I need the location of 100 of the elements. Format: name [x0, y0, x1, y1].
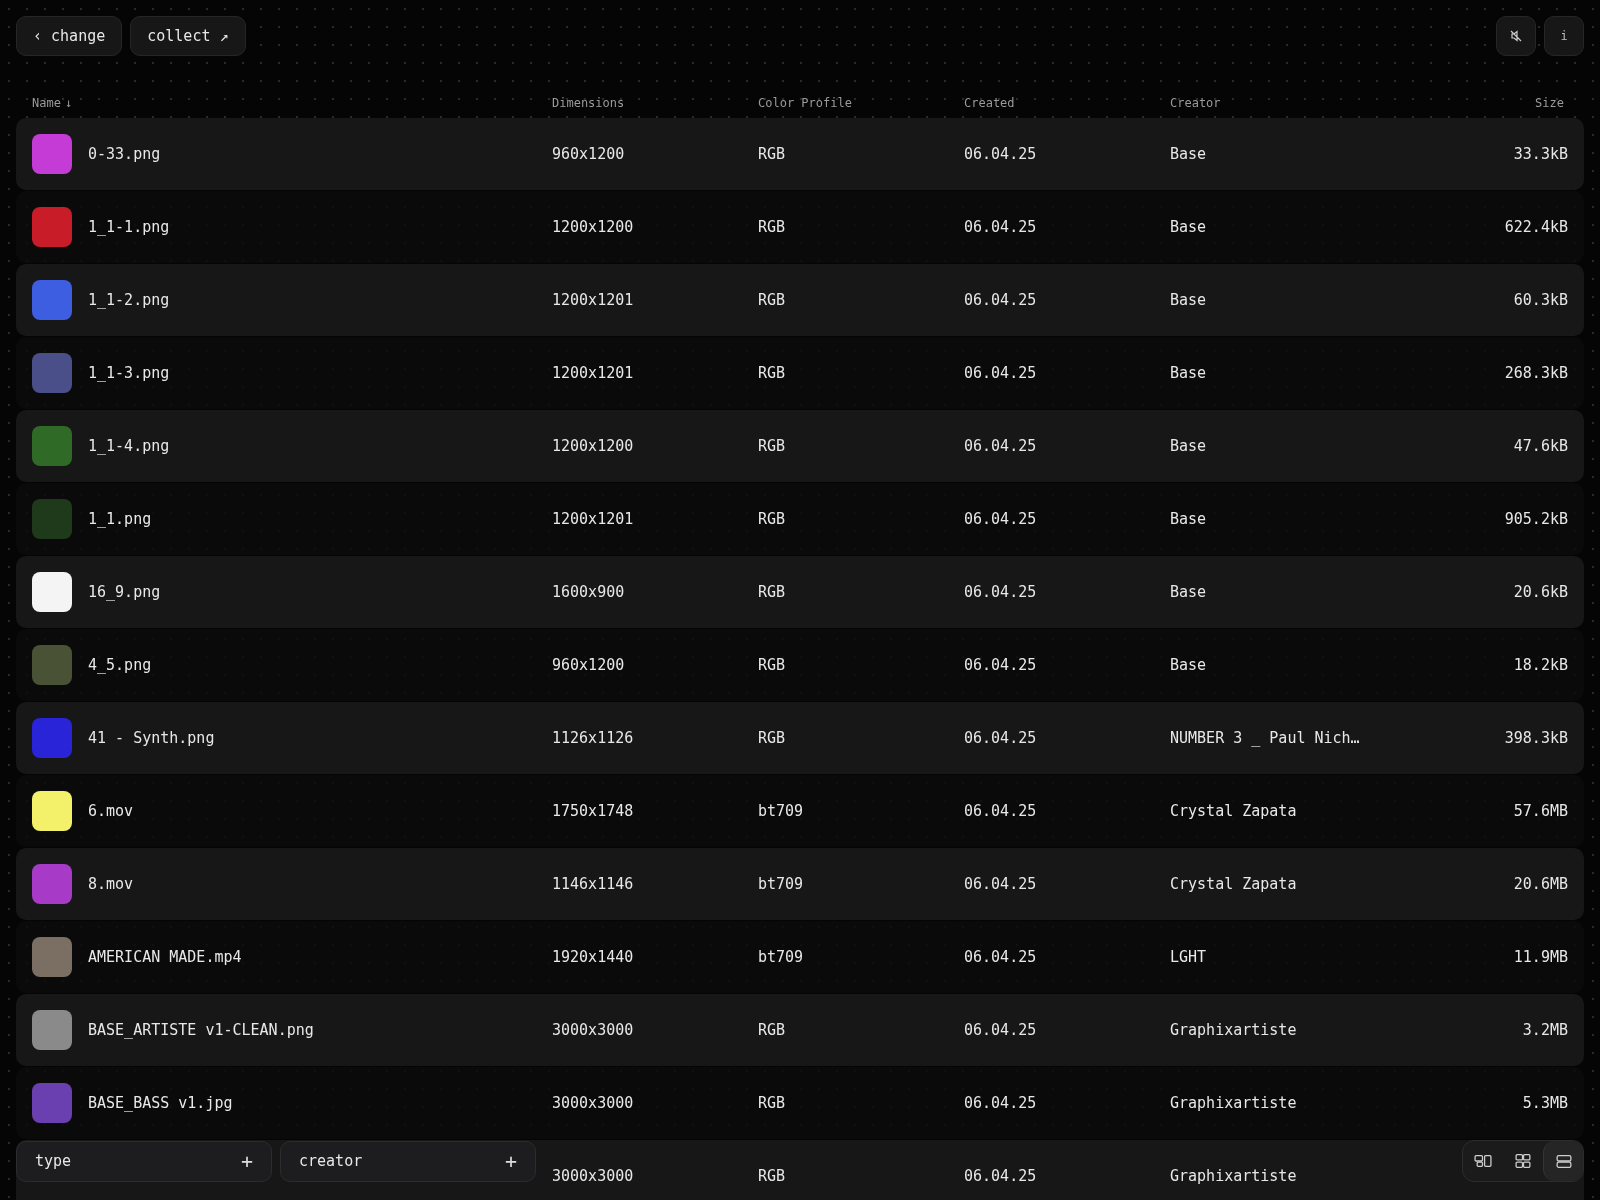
color-profile-cell-text: RGB: [758, 656, 787, 674]
size-cell: 20.6kB: [1513, 583, 1568, 601]
creator-cell-text: Crystal Zapata: [1170, 802, 1298, 820]
creator-cell-text: Base: [1170, 583, 1208, 601]
file-row[interactable]: 41 - Synth.png 1126x1126 RGB 06.04.25 NUMBER 3 _ Paul Nich… 398.3kB: [16, 702, 1584, 774]
creator-cell-text: Base: [1170, 291, 1208, 309]
file-name: 41 - Synth.png: [88, 729, 215, 747]
color-profile-cell-text: RGB: [758, 583, 787, 601]
file-row[interactable]: BASE_ARTISTE v1-CLEAN.png 3000x3000 RGB 06.04.25 Graphixartiste 3.2MB: [16, 994, 1584, 1066]
file-row[interactable]: 1_1-1.png 1200x1200 RGB 06.04.25 Base 622.4kB: [16, 191, 1584, 263]
color-profile-cell-text: RGB: [758, 218, 787, 236]
file-name: 16_9.png: [88, 583, 161, 601]
creator-cell-text: NUMBER 3 _ Paul Nich…: [1170, 729, 1361, 747]
created-cell-text: 06.04.25: [964, 656, 1038, 674]
color-profile-cell-text: bt709: [758, 802, 805, 820]
filter-button[interactable]: creator +: [280, 1140, 536, 1182]
created-cell-text: 06.04.25: [964, 437, 1038, 455]
file-row[interactable]: 4_5.png 960x1200 RGB 06.04.25 Base 18.2kB: [16, 629, 1584, 701]
column-header[interactable]: Color Profile: [758, 96, 852, 110]
change-button[interactable]: ‹ change: [16, 16, 123, 56]
file-name: 0-33.png: [88, 145, 161, 163]
column-header[interactable]: Dimensions: [552, 96, 625, 110]
size-cell: 398.3kB: [1504, 729, 1568, 747]
file-name: 6.mov: [88, 802, 134, 820]
file-row[interactable]: BASE_BASS v1.jpg 3000x3000 RGB 06.04.25 Graphixartiste 5.3MB: [16, 1067, 1584, 1139]
created-cell-text: 06.04.25: [964, 291, 1038, 309]
mute-button[interactable]: [1496, 16, 1536, 56]
dimensions-cell-text: 3000x3000: [552, 1094, 635, 1112]
size-cell: 5.3MB: [1522, 1094, 1568, 1112]
file-row[interactable]: 8.mov 1146x1146 bt709 06.04.25 Crystal Zapata 20.6MB: [16, 848, 1584, 920]
created-cell-text: 06.04.25: [964, 948, 1038, 966]
file-name: AMERICAN MADE.mp4: [88, 948, 242, 966]
color-profile-cell-text: RGB: [758, 145, 787, 163]
size-cell: 3.2MB: [1522, 1021, 1568, 1039]
size-cell: 11.9MB: [1513, 948, 1568, 966]
dimensions-cell-text: 1146x1146: [552, 875, 635, 893]
file-row[interactable]: 1_1.png 1200x1201 RGB 06.04.25 Base 905.2kB: [16, 483, 1584, 555]
list-view-icon: [1554, 1152, 1573, 1170]
created-cell-text: 06.04.25: [964, 1167, 1038, 1185]
dimensions-cell-text: 1200x1201: [552, 510, 635, 528]
color-profile-cell-text: bt709: [758, 948, 805, 966]
created-cell-text: 06.04.25: [964, 583, 1038, 601]
dimensions-cell-text: 1200x1201: [552, 364, 635, 382]
creator-cell-text: Base: [1170, 145, 1208, 163]
created-cell-text: 06.04.25: [964, 1021, 1038, 1039]
size-cell: 60.3kB: [1513, 291, 1568, 309]
created-cell-text: 06.04.25: [964, 875, 1038, 893]
color-profile-cell-text: RGB: [758, 510, 787, 528]
dimensions-cell-text: 1750x1748: [552, 802, 635, 820]
created-cell-text: 06.04.25: [964, 729, 1038, 747]
list-view-button[interactable]: [1543, 1141, 1583, 1181]
dimensions-cell-text: 1600x900: [552, 583, 626, 601]
file-row[interactable]: AMERICAN MADE.mp4 1920x1440 bt709 06.04.25 LGHT 11.9MB: [16, 921, 1584, 993]
dimensions-cell-text: 1920x1440: [552, 948, 635, 966]
column-header[interactable]: Name: [32, 96, 61, 110]
column-header[interactable]: Created: [964, 96, 1015, 110]
created-cell-text: 06.04.25: [964, 1094, 1038, 1112]
created-cell-text: 06.04.25: [964, 802, 1038, 820]
creator-cell-text: Base: [1170, 437, 1208, 455]
creator-cell-text: LGHT: [1170, 948, 1208, 966]
color-profile-cell-text: RGB: [758, 437, 787, 455]
created-cell-text: 06.04.25: [964, 364, 1038, 382]
file-name: 1_1-2.png: [88, 291, 170, 309]
color-profile-cell-text: RGB: [758, 1094, 787, 1112]
color-profile-cell-text: bt709: [758, 875, 805, 893]
dimensions-cell-text: 1200x1200: [552, 437, 635, 455]
sort-icon: ↓: [64, 96, 73, 110]
size-cell: 33.3kB: [1513, 145, 1568, 163]
size-cell: 57.6MB: [1513, 802, 1568, 820]
file-name: 1_1-4.png: [88, 437, 170, 455]
split-view-icon: [1474, 1152, 1492, 1170]
color-profile-cell-text: RGB: [758, 729, 787, 747]
size-cell: 905.2kB: [1504, 510, 1568, 528]
file-name: BASE_ARTISTE v1-CLEAN.png: [88, 1021, 314, 1039]
dimensions-cell-text: 3000x3000: [552, 1021, 635, 1039]
file-name: 8.mov: [88, 875, 134, 893]
size-cell: 18.2kB: [1513, 656, 1568, 674]
file-row[interactable]: 1_1-3.png 1200x1201 RGB 06.04.25 Base 268.3kB: [16, 337, 1584, 409]
created-cell-text: 06.04.25: [964, 218, 1038, 236]
dimensions-cell-text: 1126x1126: [552, 729, 635, 747]
size-cell: 47.6kB: [1513, 437, 1568, 455]
filter-button[interactable]: type +: [16, 1140, 272, 1182]
file-row[interactable]: 16_9.png 1600x900 RGB 06.04.25 Base 20.6kB: [16, 556, 1584, 628]
column-header[interactable]: Size: [1535, 96, 1564, 110]
color-profile-cell-text: RGB: [758, 1167, 787, 1185]
muted-speaker-icon: [1510, 30, 1522, 42]
creator-cell-text: Crystal Zapata: [1170, 875, 1298, 893]
color-profile-cell-text: RGB: [758, 1021, 787, 1039]
column-header[interactable]: Creator: [1170, 96, 1221, 110]
dimensions-cell-text: 960x1200: [552, 656, 626, 674]
creator-cell-text: Graphixartiste: [1170, 1021, 1298, 1039]
grid-view-icon: [1514, 1152, 1532, 1170]
file-row[interactable]: 6.mov 1750x1748 bt709 06.04.25 Crystal Zapata 57.6MB: [16, 775, 1584, 847]
file-row[interactable]: 0-33.png 960x1200 RGB 06.04.25 Base 33.3kB: [16, 118, 1584, 190]
info-button[interactable]: i: [1544, 16, 1584, 56]
file-row[interactable]: 1_1-2.png 1200x1201 RGB 06.04.25 Base 60.3kB: [16, 264, 1584, 336]
creator-cell-text: Base: [1170, 510, 1208, 528]
collect-button[interactable]: collect ↗: [130, 16, 246, 56]
file-row[interactable]: 1_1-4.png 1200x1200 RGB 06.04.25 Base 47.6kB: [16, 410, 1584, 482]
dimensions-cell-text: 1200x1200: [552, 218, 635, 236]
